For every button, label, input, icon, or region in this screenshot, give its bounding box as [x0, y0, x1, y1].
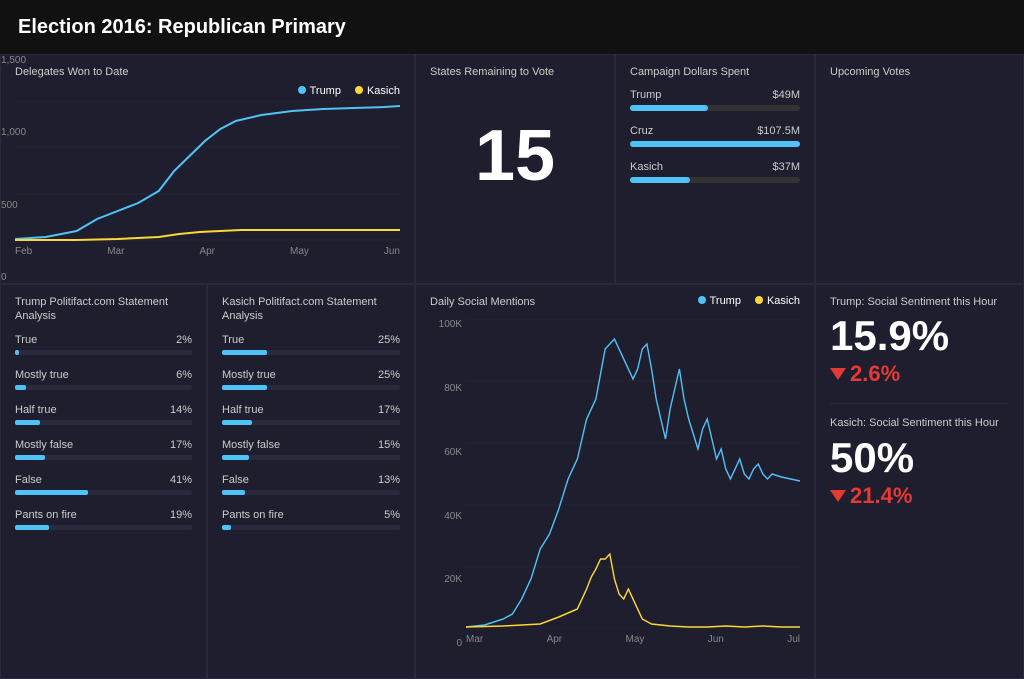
trump-politifact-panel: Trump Politifact.com Statement Analysis …: [0, 284, 207, 679]
social-chart-svg: [466, 319, 800, 629]
campaign-panel: Campaign Dollars Spent Trump $49M Cruz $…: [615, 54, 815, 284]
pf-row-half-true: Half true 14%: [15, 404, 192, 425]
trump-change-value: 2.6%: [850, 361, 900, 387]
kasich-sentiment-section: Kasich: Social Sentiment this Hour 50% 2…: [830, 416, 1009, 508]
kasich-dot: [355, 86, 363, 94]
kasich-pf-row-false: False 13%: [222, 474, 400, 495]
kasich-pf-row-true: True 25%: [222, 334, 400, 355]
pf-row-pants-on-fire: Pants on fire 19%: [15, 509, 192, 530]
pf-row-mostly-false: Mostly false 17%: [15, 439, 192, 460]
kasich-politifact-title: Kasich Politifact.com Statement Analysis: [222, 295, 400, 324]
page-title: Election 2016: Republican Primary: [18, 16, 346, 39]
pf-row-false: False 41%: [15, 474, 192, 495]
sentiment-divider: [830, 403, 1009, 404]
kasich-sentiment-title: Kasich: Social Sentiment this Hour: [830, 416, 1009, 430]
trump-down-icon: [830, 368, 846, 380]
page-header: Election 2016: Republican Primary: [0, 0, 1024, 54]
pf-row-mostly-true: Mostly true 6%: [15, 369, 192, 390]
campaign-title: Campaign Dollars Spent: [630, 65, 800, 79]
campaign-bars: Trump $49M Cruz $107.5M Kasich $37M: [630, 89, 800, 183]
social-chart-container: 100K 80K 60K 40K 20K 0: [430, 319, 800, 649]
delegates-x-axis: Feb Mar Apr May Jun: [15, 246, 400, 257]
states-panel: States Remaining to Vote 15: [415, 54, 615, 284]
delegates-chart: Feb Mar Apr May Jun: [15, 101, 400, 259]
trump-legend-item: Trump: [298, 85, 341, 97]
delegates-panel: Delegates Won to Date Trump Kasich 1,500…: [0, 54, 415, 284]
kasich-politifact-rows: True 25% Mostly true 25% Half true 17%: [222, 334, 400, 530]
trump-sentiment-change: 2.6%: [830, 361, 1009, 387]
social-legend: Trump Kasich: [698, 295, 800, 307]
kasich-sentiment-change: 21.4%: [830, 483, 1009, 509]
trump-politifact-rows: True 2% Mostly true 6% Half true 14%: [15, 334, 192, 530]
delegates-legend: Trump Kasich: [298, 85, 400, 97]
states-title: States Remaining to Vote: [430, 65, 600, 79]
kasich-legend-item: Kasich: [355, 85, 400, 97]
trump-sentiment-value: 15.9%: [830, 315, 1009, 357]
social-y-axis: 100K 80K 60K 40K 20K 0: [430, 319, 466, 649]
delegates-title: Delegates Won to Date: [15, 65, 400, 79]
upcoming-title: Upcoming Votes: [830, 65, 1009, 79]
upcoming-panel: Upcoming Votes: [815, 54, 1024, 284]
states-value: 15: [430, 115, 600, 197]
kasich-pf-row-mostly-true: Mostly true 25%: [222, 369, 400, 390]
kasich-down-icon: [830, 490, 846, 502]
kasich-pf-row-pants-on-fire: Pants on fire 5%: [222, 509, 400, 530]
social-trump-legend: Trump: [698, 295, 741, 307]
kasich-change-value: 21.4%: [850, 483, 912, 509]
sentiment-panel: Trump: Social Sentiment this Hour 15.9% …: [815, 284, 1024, 679]
kasich-politifact-panel: Kasich Politifact.com Statement Analysis…: [207, 284, 415, 679]
kasich-pf-row-mostly-false: Mostly false 15%: [222, 439, 400, 460]
social-kasich-legend: Kasich: [755, 295, 800, 307]
campaign-row-cruz: Cruz $107.5M: [630, 125, 800, 147]
social-chart: Mar Apr May Jun Jul: [466, 319, 800, 649]
pf-row-true: True 2%: [15, 334, 192, 355]
kasich-pf-row-half-true: Half true 17%: [222, 404, 400, 425]
trump-politifact-title: Trump Politifact.com Statement Analysis: [15, 295, 192, 324]
campaign-row-trump: Trump $49M: [630, 89, 800, 111]
social-mentions-panel: Daily Social Mentions Trump Kasich 100K …: [415, 284, 815, 679]
trump-dot: [298, 86, 306, 94]
trump-sentiment-title: Trump: Social Sentiment this Hour: [830, 295, 1009, 309]
trump-sentiment-section: Trump: Social Sentiment this Hour 15.9% …: [830, 295, 1009, 387]
social-mentions-title: Daily Social Mentions: [430, 295, 535, 309]
delegates-chart-svg: [15, 101, 400, 241]
social-x-axis: Mar Apr May Jun Jul: [466, 634, 800, 645]
kasich-sentiment-value: 50%: [830, 437, 1009, 479]
campaign-row-kasich: Kasich $37M: [630, 161, 800, 183]
